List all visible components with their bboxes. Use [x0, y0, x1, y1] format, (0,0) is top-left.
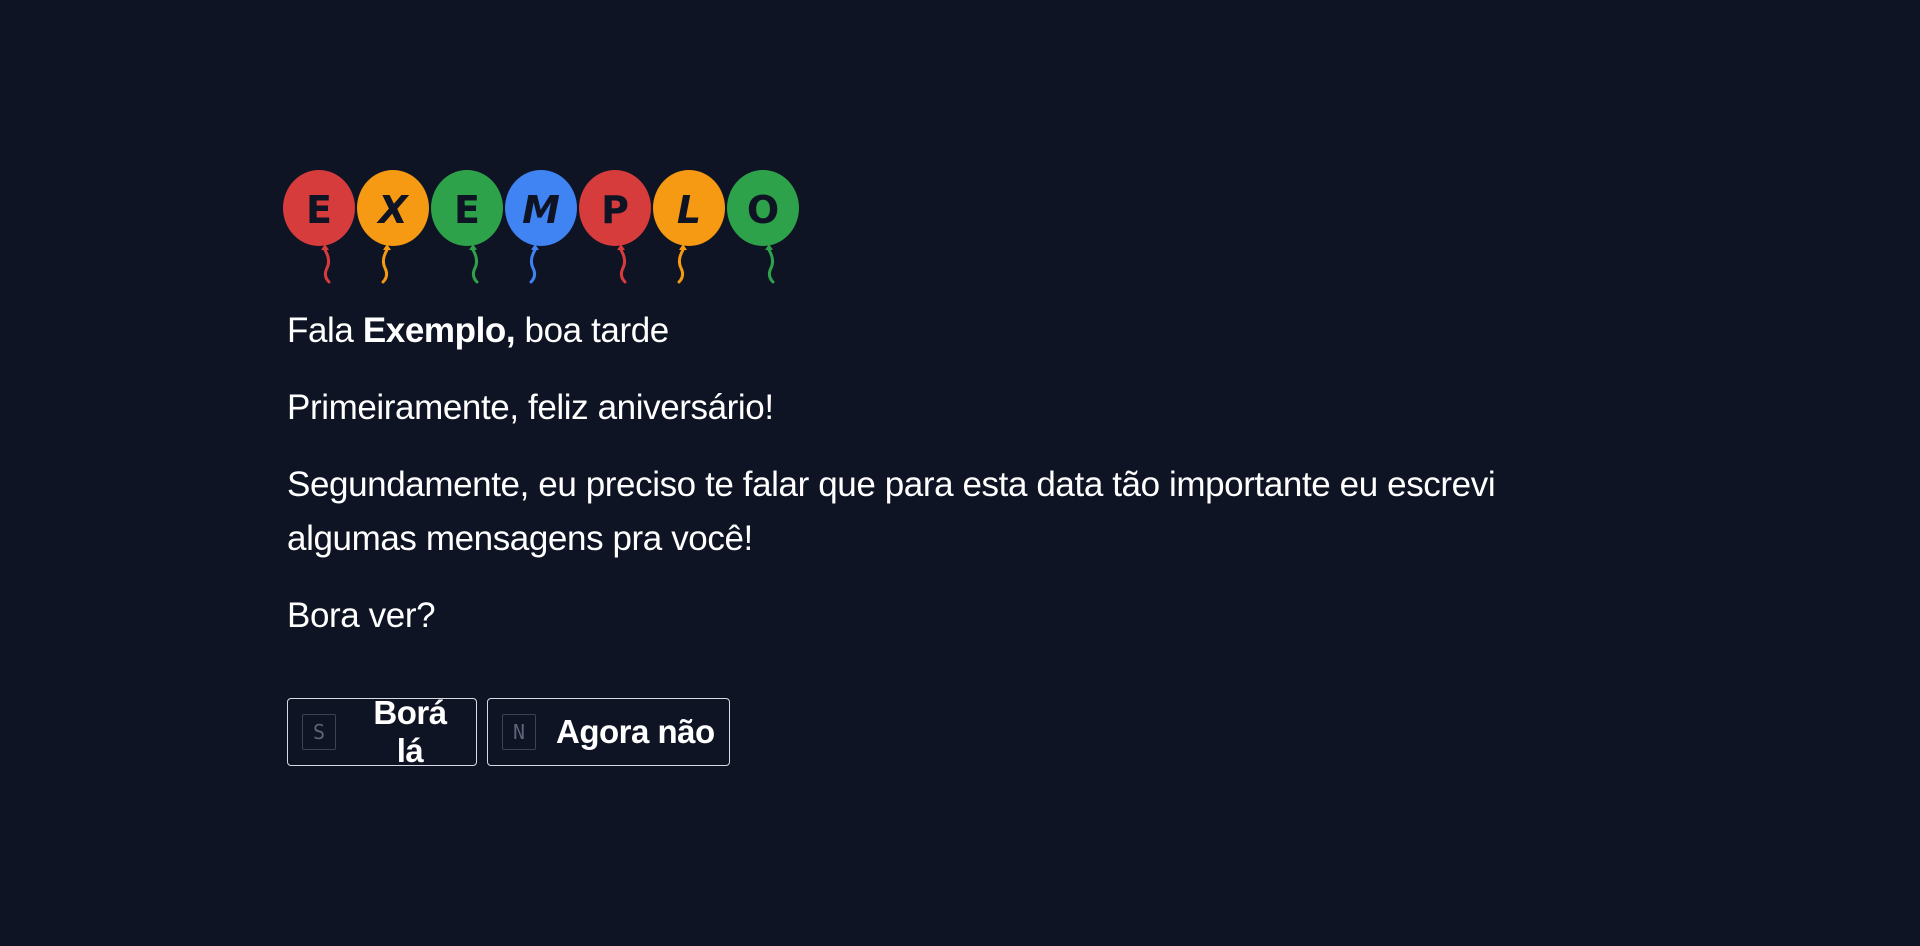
question-text: Bora ver?	[287, 596, 436, 635]
balloon: E	[283, 170, 355, 288]
balloon-letter: E	[306, 188, 332, 232]
page: E X E M P L O Fala Exemplo, boa tarde Pr…	[0, 0, 1920, 946]
balloon-letter: E	[454, 188, 480, 232]
no-button[interactable]: N Agora não	[487, 698, 730, 766]
balloon-letter: X	[378, 188, 408, 232]
greeting-prefix: Fala	[287, 311, 363, 350]
greeting-line: Fala Exemplo, boa tarde	[287, 304, 1587, 358]
yes-button-label: Borá lá	[373, 694, 447, 769]
shortcut-key-s: S	[302, 714, 336, 750]
balloon: L	[653, 170, 725, 288]
balloon-letter: M	[522, 188, 560, 232]
balloon: P	[579, 170, 651, 288]
recipient-name: Exemplo,	[362, 311, 516, 350]
balloon: E	[431, 170, 503, 288]
balloon: O	[727, 170, 799, 288]
balloon-letter: P	[601, 188, 629, 232]
balloons-banner: E X E M P L O	[283, 170, 1587, 288]
balloon: M	[505, 170, 577, 288]
greeting-suffix: boa tarde	[515, 311, 670, 350]
action-buttons: S Borá lá N Agora não	[287, 694, 1587, 769]
shortcut-key-n: N	[502, 714, 536, 750]
balloon-letter: O	[746, 188, 780, 232]
balloon: X	[357, 170, 429, 288]
birthday-card: E X E M P L O Fala Exemplo, boa tarde Pr…	[283, 170, 1587, 769]
messages-intro-text: Segundamente, eu preciso te falar que pa…	[287, 465, 1496, 558]
birthday-wish-text: Primeiramente, feliz aniversário!	[287, 388, 774, 427]
no-button-label: Agora não	[556, 713, 715, 750]
balloon-letter: L	[676, 188, 702, 232]
yes-button[interactable]: S Borá lá	[287, 694, 477, 769]
